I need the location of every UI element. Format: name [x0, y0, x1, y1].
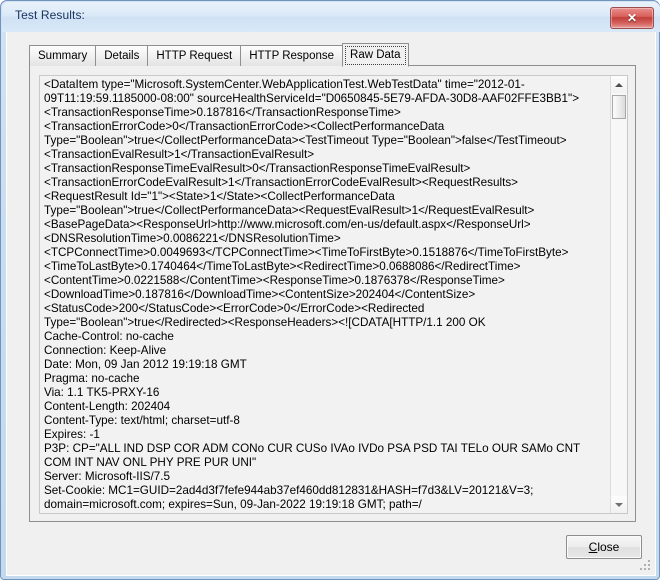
window-close-button[interactable]: ✕ [610, 7, 654, 29]
tab-summary-label: Summary [38, 50, 88, 62]
tab-page-raw-data: <DataItem type="Microsoft.SystemCenter.W… [29, 65, 636, 522]
tab-summary[interactable]: Summary [29, 45, 97, 66]
close-button-accel: C [588, 540, 598, 554]
scroll-down-arrow-icon[interactable] [611, 496, 627, 513]
tab-details-label: Details [104, 50, 140, 62]
down-arrow-glyph [615, 502, 623, 507]
tab-http-response-label: HTTP Response [249, 50, 335, 62]
title-bar[interactable]: Test Results: ✕ [2, 2, 660, 32]
scrollbar-thumb[interactable] [612, 95, 626, 119]
scroll-up-arrow-icon[interactable] [611, 76, 627, 93]
raw-data-textbox[interactable]: <DataItem type="Microsoft.SystemCenter.W… [39, 75, 628, 514]
tab-strip: Summary Details HTTP Request HTTP Respon… [29, 43, 409, 67]
close-button-label: lose [597, 540, 620, 554]
test-results-window: Test Results: ✕ Summary Details HTTP Req… [0, 0, 660, 580]
tab-raw-data-label: Raw Data [350, 49, 401, 61]
tab-http-request[interactable]: HTTP Request [147, 45, 242, 66]
up-arrow-glyph [615, 82, 623, 87]
tab-raw-data[interactable]: Raw Data [342, 43, 409, 67]
tab-details[interactable]: Details [95, 45, 149, 66]
window-title: Test Results: [15, 8, 85, 22]
close-x-icon: ✕ [626, 11, 638, 25]
resize-grip[interactable] [640, 560, 652, 572]
raw-data-vertical-scrollbar[interactable] [610, 76, 627, 513]
tab-http-response[interactable]: HTTP Response [240, 45, 344, 66]
raw-data-text[interactable]: <DataItem type="Microsoft.SystemCenter.W… [44, 78, 601, 512]
close-button[interactable]: Close [566, 535, 642, 559]
dialog-client-area: Summary Details HTTP Request HTTP Respon… [6, 32, 656, 576]
tab-http-request-label: HTTP Request [156, 50, 233, 62]
tab-control: Summary Details HTTP Request HTTP Respon… [29, 43, 636, 522]
